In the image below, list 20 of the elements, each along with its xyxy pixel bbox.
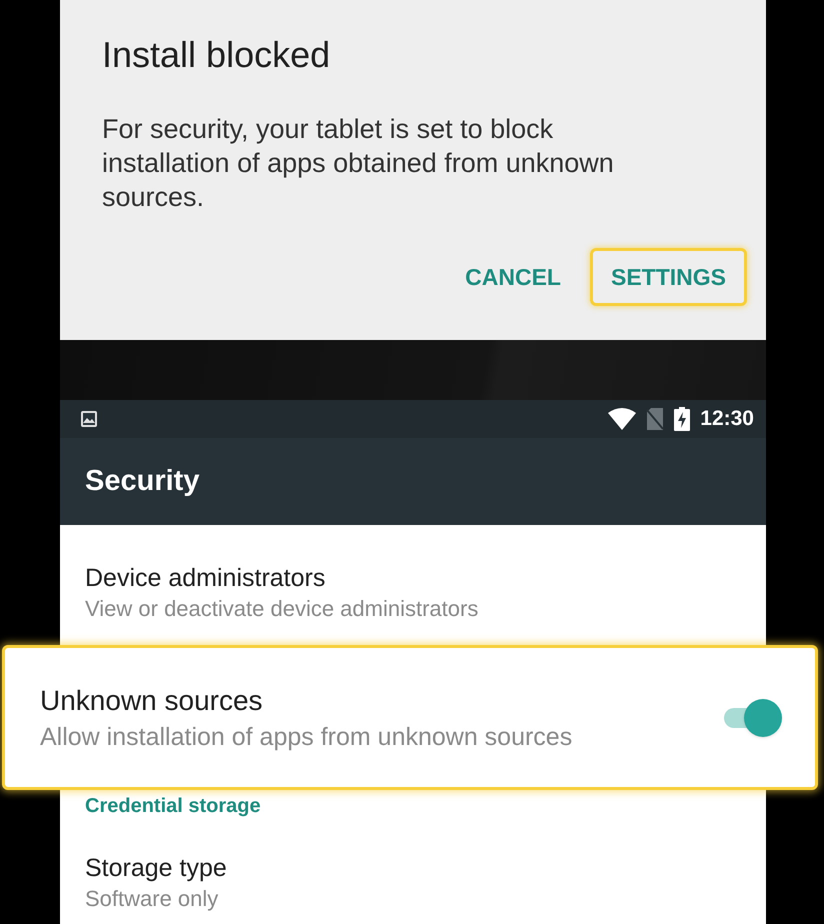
setting-title: Storage type — [85, 853, 227, 883]
battery-charging-icon — [674, 407, 690, 431]
toolbar-title: Security — [85, 464, 200, 499]
setting-row[interactable]: Unknown sources Allow installation of apps from unknown sources — [2, 645, 818, 790]
setting-row[interactable]: Storage type Software only — [60, 818, 766, 912]
section-header: Credential storage — [85, 794, 262, 818]
no-sim-icon — [646, 408, 664, 430]
clock-time: 12:30 — [700, 406, 754, 432]
setting-summary: Allow installation of apps from unknown sources — [40, 722, 572, 750]
setting-title: Device administrators — [85, 563, 326, 593]
setting-row[interactable]: Device administrators View or deactivate device administrators — [60, 525, 766, 622]
dialog-button[interactable]: SETTINGS — [590, 248, 747, 306]
dialog-message: For security, your tablet is set to block installation of apps obtained from unknown sources. — [102, 113, 615, 214]
wifi-icon — [608, 408, 636, 430]
setting-title: Unknown sources — [40, 684, 264, 716]
setting-summary: Software only — [85, 886, 220, 912]
dialog-title: Install blocked — [102, 34, 330, 76]
dialog-button[interactable]: CANCEL — [444, 248, 582, 306]
image-icon — [80, 410, 98, 428]
setting-summary: View or deactivate device administrators — [85, 596, 478, 622]
